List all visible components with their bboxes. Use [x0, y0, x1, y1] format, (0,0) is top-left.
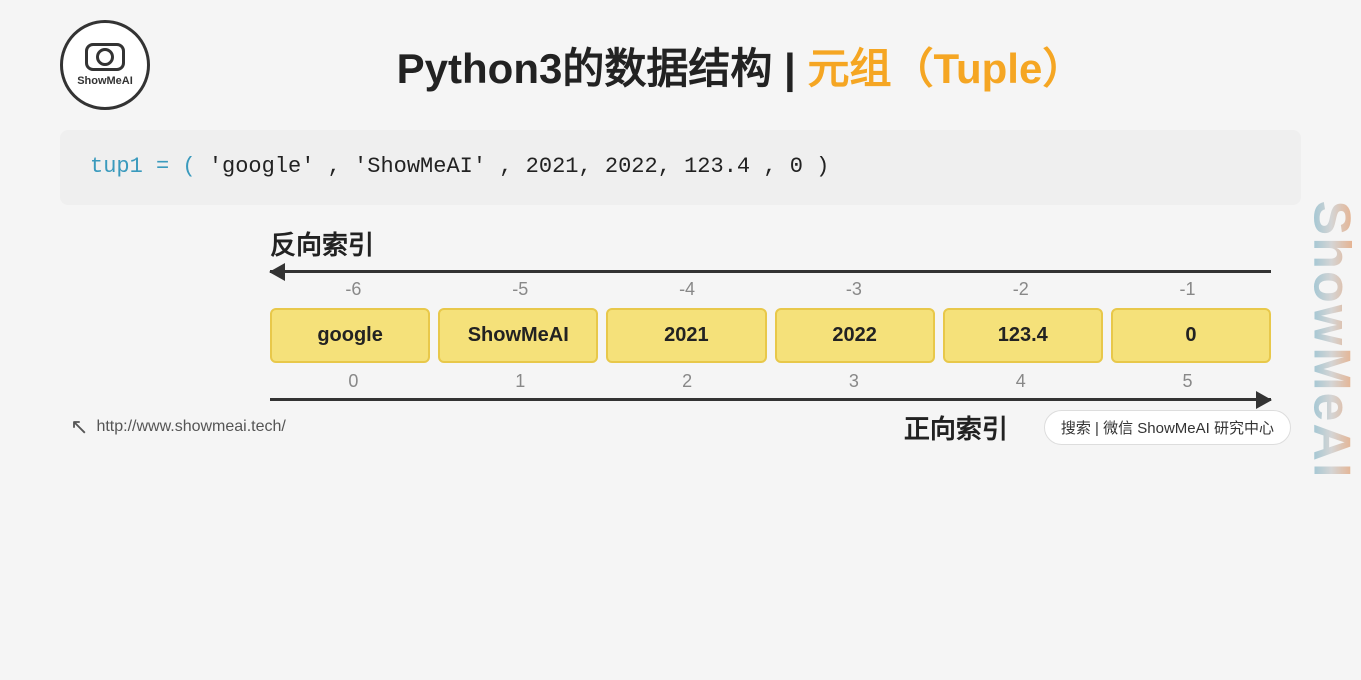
website-link[interactable]: ↖ http://www.showmeai.tech/ — [70, 414, 286, 440]
bottom-bar: ↖ http://www.showmeai.tech/ 正向索引 搜索 | 微信… — [70, 409, 1291, 446]
page-container: ShowMeAI Python3的数据结构 | 元组（Tuple） tup1 =… — [0, 0, 1361, 680]
code-block: tup1 = ( 'google' , 'ShowMeAI' , 2021, 2… — [60, 130, 1301, 205]
rev-idx-5: -1 — [1104, 279, 1271, 300]
rev-idx-4: -2 — [937, 279, 1104, 300]
title-highlight: 元组（Tuple） — [807, 45, 1084, 92]
tuple-item-2: 2021 — [606, 308, 766, 363]
tuple-item-4: 123.4 — [943, 308, 1103, 363]
fwd-idx-2: 2 — [604, 371, 771, 392]
fwd-idx-4: 4 — [937, 371, 1104, 392]
reverse-arrow-row — [270, 270, 1271, 273]
reverse-label: 反向索引 — [270, 225, 1291, 262]
search-bar[interactable]: 搜索 | 微信 ShowMeAI 研究中心 — [1044, 410, 1291, 445]
page-title: Python3的数据结构 | 元组（Tuple） — [180, 35, 1301, 96]
fwd-idx-0: 0 — [270, 371, 437, 392]
url-text: http://www.showmeai.tech/ — [96, 418, 285, 436]
logo-text: ShowMeAI — [77, 75, 133, 87]
rev-idx-1: -5 — [437, 279, 604, 300]
reverse-index-row: -6 -5 -4 -3 -2 -1 — [270, 279, 1271, 300]
fwd-idx-1: 1 — [437, 371, 604, 392]
fwd-idx-5: 5 — [1104, 371, 1271, 392]
rev-idx-3: -3 — [770, 279, 937, 300]
fwd-idx-3: 3 — [770, 371, 937, 392]
rev-idx-0: -6 — [270, 279, 437, 300]
title-main: Python3的数据结构 | — [397, 45, 808, 92]
tuple-item-5: 0 — [1111, 308, 1271, 363]
forward-arrow — [270, 398, 1271, 401]
diagram-section: 反向索引 -6 -5 -4 -3 -2 -1 google ShowMeAI 2… — [60, 225, 1301, 660]
cursor-icon: ↖ — [70, 414, 88, 440]
header: ShowMeAI Python3的数据结构 | 元组（Tuple） — [60, 20, 1301, 110]
watermark: ShowMeAI — [1301, 0, 1361, 680]
logo-icon — [85, 43, 125, 71]
forward-label: 正向索引 — [904, 409, 1008, 446]
tuple-item-3: 2022 — [775, 308, 935, 363]
logo: ShowMeAI — [60, 20, 150, 110]
rev-idx-2: -4 — [604, 279, 771, 300]
search-text: 搜索 | 微信 ShowMeAI 研究中心 — [1061, 417, 1274, 438]
code-content: 'google' , 'ShowMeAI' , 2021, 2022, 123.… — [196, 154, 830, 179]
forward-index-row: 0 1 2 3 4 5 — [270, 371, 1271, 392]
code-tup-keyword: tup1 = ( — [90, 154, 196, 179]
forward-arrow-row — [270, 398, 1271, 401]
tuple-row: google ShowMeAI 2021 2022 123.4 0 — [270, 308, 1271, 363]
tuple-item-0: google — [270, 308, 430, 363]
watermark-text: ShowMeAI — [1301, 201, 1361, 480]
tuple-item-1: ShowMeAI — [438, 308, 598, 363]
reverse-arrow — [270, 270, 1271, 273]
